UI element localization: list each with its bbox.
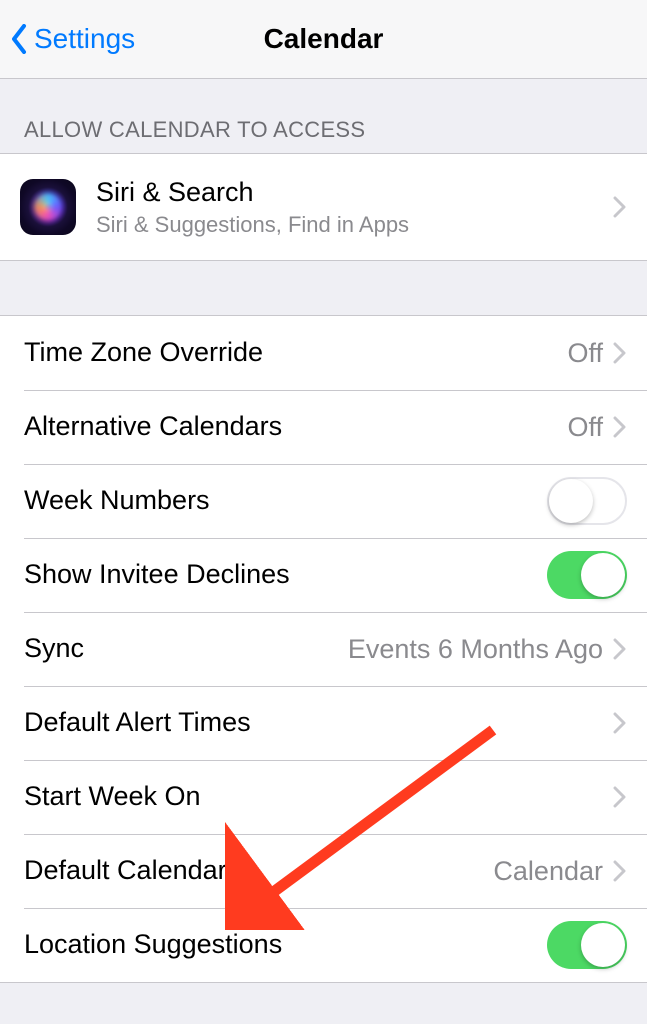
show-invitee-declines-cell: Show Invitee Declines	[0, 538, 647, 612]
start-week-on-cell[interactable]: Start Week On	[0, 760, 647, 834]
cell-value: Off	[567, 338, 603, 369]
chevron-right-icon	[613, 786, 627, 808]
chevron-right-icon	[613, 860, 627, 882]
cell-value: Events 6 Months Ago	[348, 634, 603, 665]
default-calendar-cell[interactable]: Default Calendar Calendar	[0, 834, 647, 908]
access-group: Siri & Search Siri & Suggestions, Find i…	[0, 153, 647, 261]
siri-title: Siri & Search	[96, 176, 613, 210]
sync-cell[interactable]: Sync Events 6 Months Ago	[0, 612, 647, 686]
navigation-bar: Settings Calendar	[0, 0, 647, 79]
default-alert-times-cell[interactable]: Default Alert Times	[0, 686, 647, 760]
show-invitee-toggle[interactable]	[547, 551, 627, 599]
cell-label: Default Calendar	[24, 854, 493, 888]
location-suggestions-toggle[interactable]	[547, 921, 627, 969]
settings-group: Time Zone Override Off Alternative Calen…	[0, 315, 647, 983]
cell-label: Alternative Calendars	[24, 410, 567, 444]
chevron-right-icon	[613, 342, 627, 364]
chevron-right-icon	[613, 638, 627, 660]
cell-label: Sync	[24, 632, 348, 666]
cell-value: Off	[567, 412, 603, 443]
week-numbers-toggle[interactable]	[547, 477, 627, 525]
cell-label: Start Week On	[24, 780, 613, 814]
section-header-access: ALLOW CALENDAR TO ACCESS	[0, 79, 647, 153]
cell-label: Default Alert Times	[24, 706, 613, 740]
chevron-right-icon	[613, 196, 627, 218]
time-zone-override-cell[interactable]: Time Zone Override Off	[0, 316, 647, 390]
cell-label: Time Zone Override	[24, 336, 567, 370]
siri-subtitle: Siri & Suggestions, Find in Apps	[96, 212, 613, 238]
back-label: Settings	[34, 23, 135, 55]
cell-label: Location Suggestions	[24, 928, 547, 962]
chevron-right-icon	[613, 712, 627, 734]
page-title: Calendar	[264, 23, 384, 55]
cell-label: Show Invitee Declines	[24, 558, 547, 592]
cell-value: Calendar	[493, 856, 603, 887]
chevron-right-icon	[613, 416, 627, 438]
back-button[interactable]: Settings	[10, 23, 135, 55]
alternative-calendars-cell[interactable]: Alternative Calendars Off	[0, 390, 647, 464]
week-numbers-cell: Week Numbers	[0, 464, 647, 538]
chevron-left-icon	[10, 24, 28, 54]
siri-search-cell[interactable]: Siri & Search Siri & Suggestions, Find i…	[0, 154, 647, 260]
location-suggestions-cell: Location Suggestions	[0, 908, 647, 982]
siri-icon	[20, 179, 76, 235]
cell-label: Week Numbers	[24, 484, 547, 518]
